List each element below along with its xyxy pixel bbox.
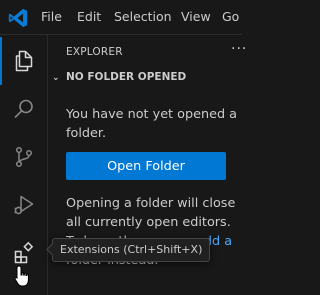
chevron-down-icon: ⌄ <box>52 73 60 83</box>
no-folder-message: You have not yet opened a folder. <box>66 107 237 141</box>
sidebar-title: EXPLORER <box>66 46 123 58</box>
activity-bar <box>0 35 48 295</box>
open-folder-button[interactable]: Open Folder <box>66 152 226 180</box>
menu-edit[interactable]: Edit <box>77 9 101 25</box>
title-bar: File Edit Selection View Go <box>0 0 242 35</box>
section-header-no-folder[interactable]: ⌄ NO FOLDER OPENED <box>52 71 186 83</box>
menu-file[interactable]: File <box>41 9 62 25</box>
open-folder-note: Opening a folder will close all currentl… <box>66 196 236 230</box>
vscode-logo-icon <box>8 8 28 28</box>
section-title: NO FOLDER OPENED <box>66 71 187 83</box>
extensions-icon <box>14 241 34 264</box>
activity-source-control[interactable] <box>0 133 48 181</box>
files-icon <box>15 50 33 72</box>
hand-cursor-icon <box>14 265 29 287</box>
activity-explorer[interactable] <box>0 37 48 85</box>
source-control-icon <box>15 146 33 168</box>
activity-search[interactable] <box>0 85 48 133</box>
run-debug-icon <box>14 195 34 215</box>
activity-run-debug[interactable] <box>0 181 48 229</box>
more-actions-icon[interactable]: ··· <box>231 41 247 57</box>
menu-selection[interactable]: Selection <box>114 9 172 25</box>
menu-view[interactable]: View <box>181 9 211 25</box>
menu-go[interactable]: Go <box>222 9 239 25</box>
extensions-tooltip: Extensions (Ctrl+Shift+X) <box>52 238 211 262</box>
search-icon <box>14 99 33 118</box>
